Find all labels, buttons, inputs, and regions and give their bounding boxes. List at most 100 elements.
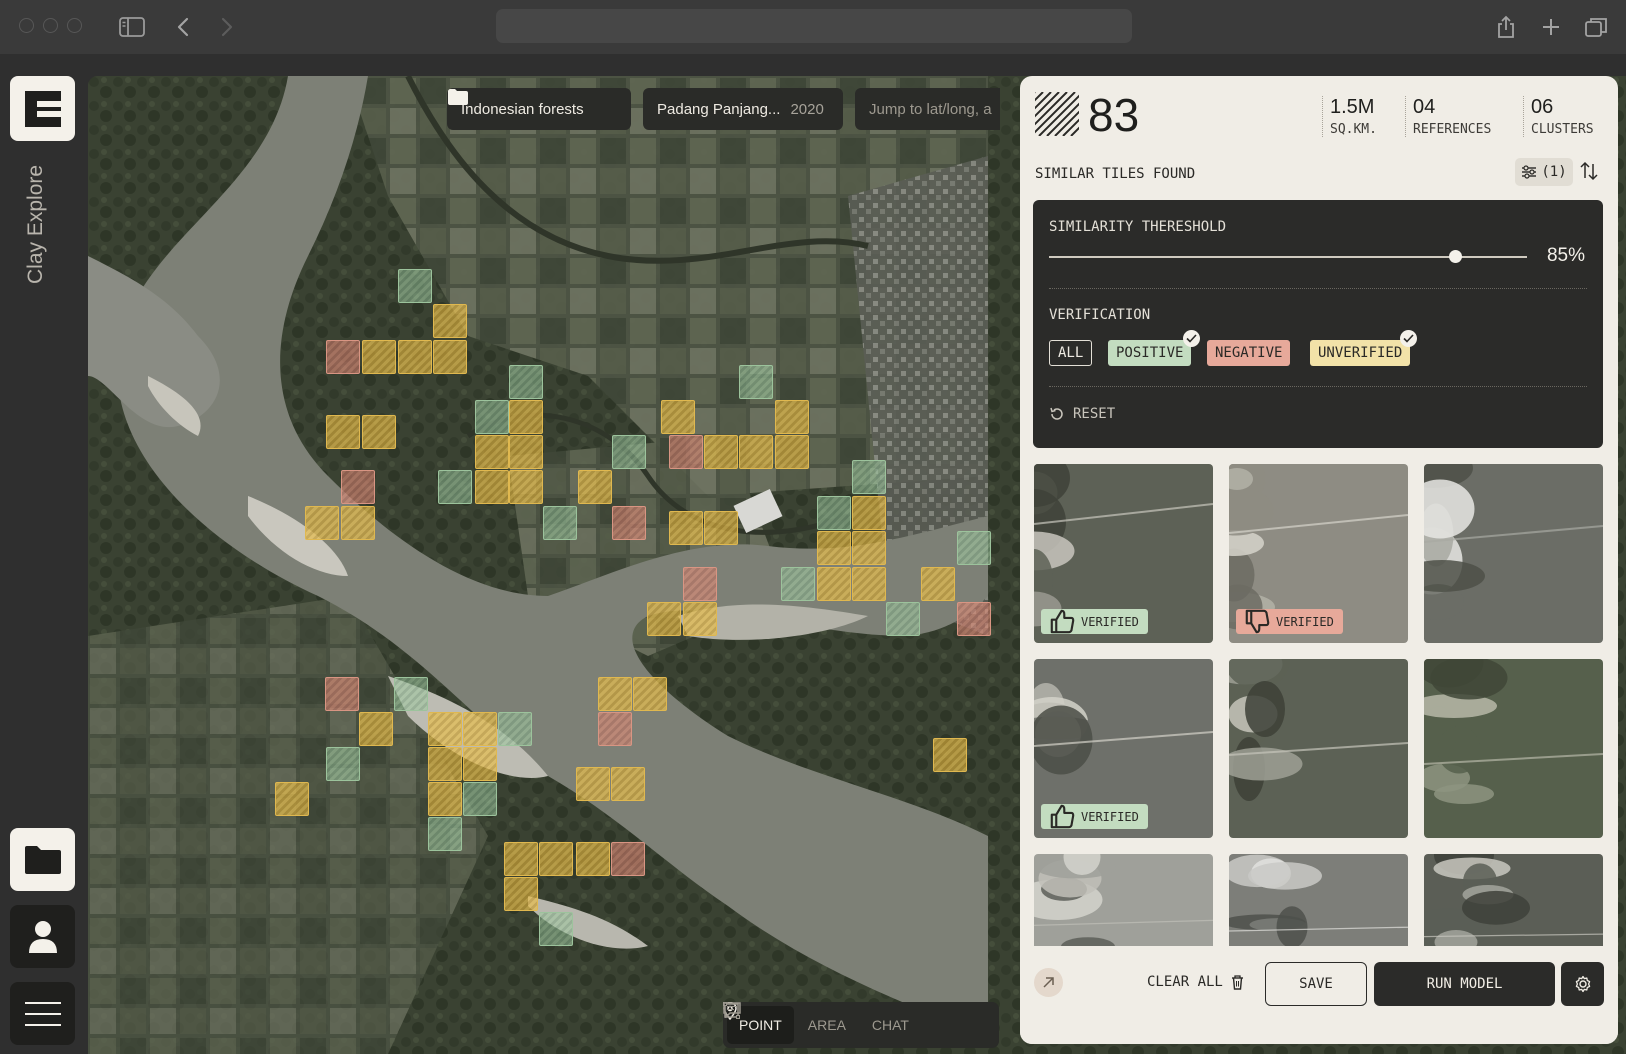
sort-icon[interactable]: [1580, 161, 1598, 186]
location-chip[interactable]: Padang Panjang... 2020: [643, 88, 843, 130]
back-icon[interactable]: [168, 12, 198, 42]
result-tile-unverified[interactable]: [398, 340, 432, 374]
result-tile-unverified[interactable]: [509, 400, 543, 434]
tab-overview-icon[interactable]: [1581, 12, 1611, 42]
result-tile-negative[interactable]: [612, 506, 646, 540]
result-tile-positive[interactable]: [428, 817, 462, 851]
result-tile-unverified[interactable]: [775, 400, 809, 434]
result-tile-positive[interactable]: [817, 496, 851, 530]
result-tile-negative[interactable]: [326, 340, 360, 374]
result-tile-unverified[interactable]: [647, 602, 681, 636]
mode-chat-button[interactable]: CHAT: [723, 1002, 921, 1044]
result-tile-positive[interactable]: [886, 602, 920, 636]
result-tile-unverified[interactable]: [661, 400, 695, 434]
result-tile-positive[interactable]: [957, 531, 991, 565]
result-tile-unverified[interactable]: [704, 511, 738, 545]
result-tile-positive[interactable]: [739, 365, 773, 399]
run-model-button[interactable]: RUN MODEL: [1374, 962, 1555, 1006]
result-tile-unverified[interactable]: [504, 877, 538, 911]
result-tile-unverified[interactable]: [428, 782, 462, 816]
save-button[interactable]: SAVE: [1265, 962, 1367, 1006]
result-tile-positive[interactable]: [612, 435, 646, 469]
result-tile-unverified[interactable]: [683, 602, 717, 636]
result-tile-unverified[interactable]: [633, 677, 667, 711]
verification-positive-chip[interactable]: POSITIVE: [1108, 340, 1192, 366]
result-tile-positive[interactable]: [543, 506, 577, 540]
result-tile-negative[interactable]: [598, 712, 632, 746]
result-tile-positive[interactable]: [398, 269, 432, 303]
result-tile-positive[interactable]: [539, 912, 573, 946]
result-tile-unverified[interactable]: [539, 842, 573, 876]
result-tile-unverified[interactable]: [362, 415, 396, 449]
tile-thumbnail[interactable]: [1229, 659, 1408, 838]
jump-to-input[interactable]: Jump to lat/long, a: [855, 88, 1000, 130]
result-tile-negative[interactable]: [957, 602, 991, 636]
address-bar[interactable]: [496, 9, 1132, 43]
result-tile-unverified[interactable]: [775, 435, 809, 469]
result-tile-positive[interactable]: [394, 677, 428, 711]
result-tile-unverified[interactable]: [509, 470, 543, 504]
share-icon[interactable]: [1491, 12, 1521, 42]
result-tile-unverified[interactable]: [275, 782, 309, 816]
window-zoom-button[interactable]: [67, 18, 82, 33]
result-tile-unverified[interactable]: [578, 470, 612, 504]
tile-thumbnail[interactable]: VERIFIED: [1034, 464, 1213, 643]
result-tile-negative[interactable]: [669, 435, 703, 469]
result-tile-unverified[interactable]: [359, 712, 393, 746]
result-tile-unverified[interactable]: [611, 767, 645, 801]
result-tile-positive[interactable]: [781, 567, 815, 601]
menu-button[interactable]: [10, 982, 75, 1045]
verification-all-chip[interactable]: ALL: [1049, 340, 1093, 366]
reset-button[interactable]: RESET: [1049, 406, 1115, 422]
result-tile-unverified[interactable]: [852, 496, 886, 530]
settings-button[interactable]: [1561, 962, 1604, 1006]
result-tile-unverified[interactable]: [921, 567, 955, 601]
result-tile-unverified[interactable]: [509, 435, 543, 469]
result-tile-negative[interactable]: [325, 677, 359, 711]
clay-logo[interactable]: [10, 76, 75, 141]
similarity-slider-handle[interactable]: [1449, 250, 1463, 263]
result-tile-unverified[interactable]: [433, 304, 467, 338]
profile-button[interactable]: [10, 905, 75, 968]
tile-thumbnail[interactable]: [1424, 464, 1603, 643]
share-button[interactable]: [1034, 968, 1063, 997]
result-tile-unverified[interactable]: [362, 340, 396, 374]
tile-thumbnail[interactable]: VERIFIED: [1034, 659, 1213, 838]
result-tile-unverified[interactable]: [817, 531, 851, 565]
result-tile-positive[interactable]: [852, 460, 886, 494]
window-minimize-button[interactable]: [43, 18, 58, 33]
result-tile-positive[interactable]: [463, 782, 497, 816]
window-close-button[interactable]: [19, 18, 34, 33]
verification-negative-chip[interactable]: NEGATIVE: [1207, 340, 1291, 366]
forward-icon[interactable]: [212, 12, 242, 42]
result-tile-unverified[interactable]: [504, 842, 538, 876]
verification-unverified-chip[interactable]: UNVERIFIED: [1310, 340, 1411, 366]
result-tile-negative[interactable]: [683, 567, 717, 601]
result-tile-unverified[interactable]: [428, 712, 462, 746]
tile-thumbnail[interactable]: [1424, 659, 1603, 838]
result-tile-positive[interactable]: [438, 470, 472, 504]
result-tile-negative[interactable]: [341, 470, 375, 504]
projects-button[interactable]: [10, 828, 75, 891]
result-tile-unverified[interactable]: [428, 747, 462, 781]
filter-toggle-button[interactable]: (1): [1515, 158, 1573, 186]
result-tile-unverified[interactable]: [576, 842, 610, 876]
result-tile-unverified[interactable]: [433, 340, 467, 374]
new-tab-icon[interactable]: [1536, 12, 1566, 42]
result-tile-unverified[interactable]: [669, 511, 703, 545]
result-tile-unverified[interactable]: [341, 506, 375, 540]
result-tile-unverified[interactable]: [463, 747, 497, 781]
result-tile-unverified[interactable]: [704, 435, 738, 469]
result-tile-unverified[interactable]: [598, 677, 632, 711]
result-tile-positive[interactable]: [509, 365, 543, 399]
result-tile-unverified[interactable]: [817, 567, 851, 601]
result-tile-positive[interactable]: [498, 712, 532, 746]
result-tile-unverified[interactable]: [933, 738, 967, 772]
tile-thumbnail[interactable]: VERIFIED: [1229, 464, 1408, 643]
result-tile-unverified[interactable]: [475, 470, 509, 504]
result-tile-unverified[interactable]: [305, 506, 339, 540]
result-tile-negative[interactable]: [611, 842, 645, 876]
result-tile-unverified[interactable]: [852, 531, 886, 565]
result-tile-unverified[interactable]: [475, 435, 509, 469]
result-tile-unverified[interactable]: [463, 712, 497, 746]
